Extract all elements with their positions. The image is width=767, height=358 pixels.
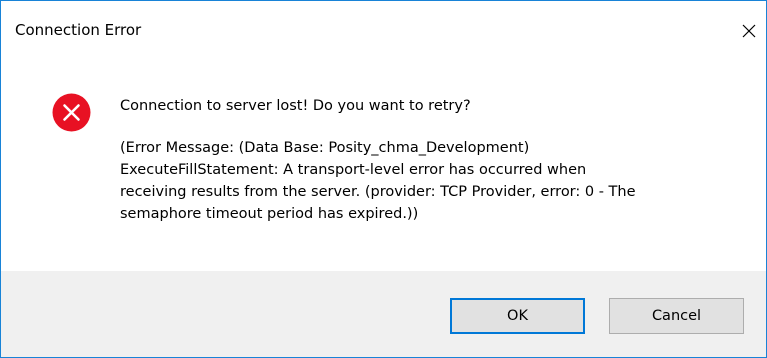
- message-block: Connection to server lost! Do you want t…: [120, 95, 720, 225]
- error-detail: (Error Message: (Data Base: Posity_chma_…: [120, 140, 636, 222]
- close-button[interactable]: [732, 15, 766, 47]
- button-bar: OK Cancel: [1, 271, 766, 357]
- dialog-title: Connection Error: [15, 21, 142, 39]
- dialog-content: Connection to server lost! Do you want t…: [1, 61, 766, 271]
- cancel-button[interactable]: Cancel: [609, 298, 744, 334]
- main-message: Connection to server lost! Do you want t…: [120, 98, 471, 114]
- close-icon: [742, 24, 756, 38]
- connection-error-dialog: Connection Error Connection to server lo…: [0, 0, 767, 358]
- error-icon: [52, 93, 91, 132]
- title-bar: Connection Error: [1, 1, 766, 61]
- ok-button[interactable]: OK: [450, 298, 585, 334]
